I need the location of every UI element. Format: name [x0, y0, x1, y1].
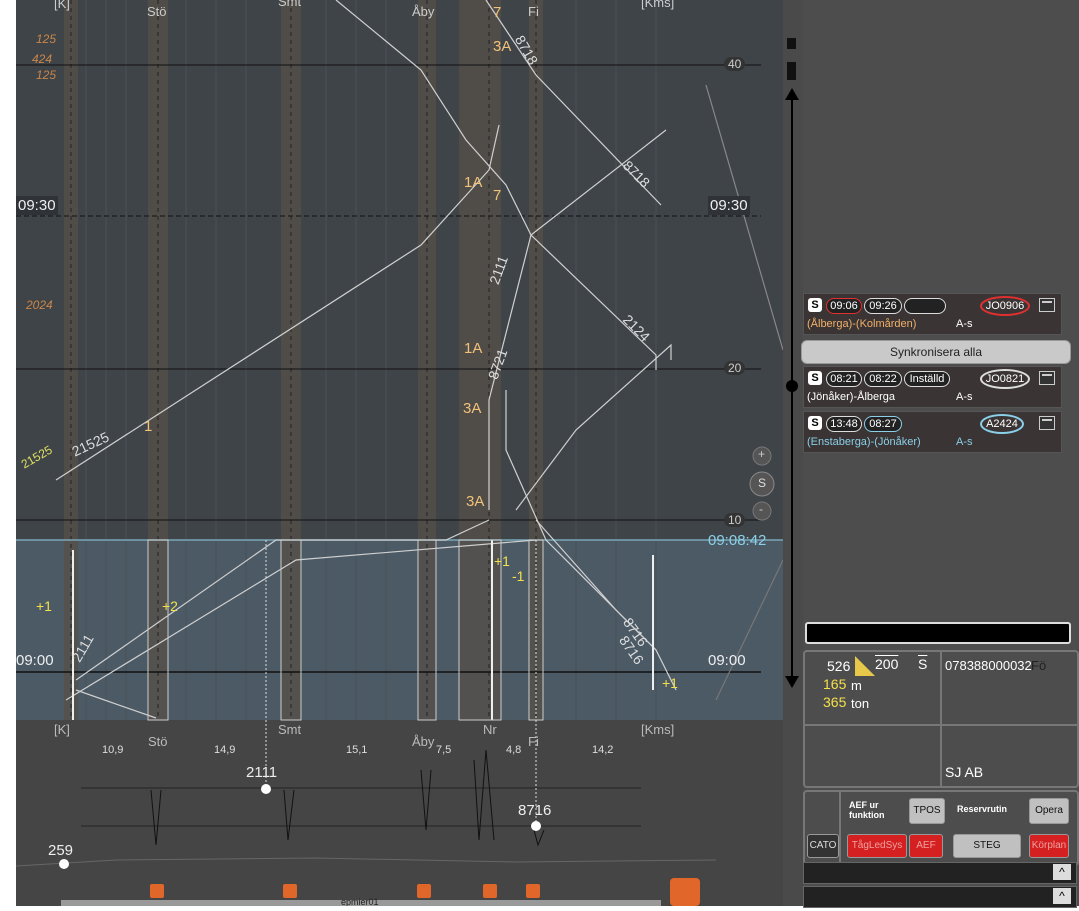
s-badge: S — [808, 416, 822, 430]
code-text: A-s — [956, 436, 973, 448]
train-id-badge[interactable]: JO0821 — [980, 369, 1030, 389]
time-pill: 08:21 — [826, 371, 862, 387]
korplan-button[interactable]: Körplan — [1029, 834, 1069, 858]
train-graph-canvas[interactable] — [16, 0, 783, 906]
s-badge: S — [808, 371, 822, 385]
length-value: 526 — [827, 658, 851, 674]
status-bar — [803, 862, 1077, 884]
expand-icon[interactable]: ^ — [1053, 864, 1071, 880]
aef-header: AEF ur funktion — [849, 800, 885, 820]
code-text: A-s — [956, 391, 973, 403]
status-bar-2 — [803, 886, 1077, 908]
time-pill: 13:48 — [826, 416, 862, 432]
train-card[interactable]: S 09:06 09:26 JO0906 (Ålberga)-(Kolmårde… — [803, 293, 1062, 335]
speed-value: 200 — [875, 656, 899, 672]
vehicle-suffix: Fö — [1031, 658, 1047, 673]
code-text: A-s — [956, 318, 973, 330]
s-label: S — [918, 656, 928, 672]
train-info-box: 526 200 S 165 m 365 ton 078388000032 Fö … — [803, 650, 1079, 788]
expand-icon[interactable]: ^ — [1053, 888, 1071, 904]
route-text: (Ålberga)-(Kolmården) — [807, 318, 917, 330]
time-pill: 09:06 — [826, 298, 862, 314]
tons-unit: ton — [851, 696, 870, 711]
s-badge: S — [808, 298, 822, 312]
tons-value: 365 — [823, 694, 847, 710]
train-card[interactable]: S 13:48 08:27 A2424 (Enstaberga)-(Jönåke… — [803, 411, 1062, 453]
menu-icon[interactable] — [1039, 371, 1055, 385]
route-text: (Jönåker)-Ålberga — [807, 391, 896, 403]
steg-button[interactable]: STEG — [953, 834, 1021, 858]
zoom-out-button[interactable]: - — [759, 502, 763, 516]
status-pill: Inställd — [904, 371, 950, 387]
time-pill: 09:26 — [864, 298, 902, 314]
menu-icon[interactable] — [1039, 416, 1055, 430]
sync-all-button[interactable]: Synkronisera alla — [801, 340, 1071, 364]
reservrutin-header: Reservrutin — [957, 804, 1008, 814]
vehicle-number: 078388000032 — [945, 658, 1032, 673]
train-graph[interactable]: [K] Stö Smt Åby Fi [Kms] 09:30 09:00 09:… — [16, 0, 783, 906]
right-panel: S 09:06 09:26 JO0906 (Ålberga)-(Kolmårde… — [801, 0, 1079, 908]
status-pill — [904, 298, 946, 314]
scroll-strip[interactable] — [783, 0, 803, 906]
time-pill: 08:22 — [864, 371, 902, 387]
aef-button[interactable]: AEF — [909, 834, 943, 858]
tpos-button[interactable]: TPOS — [909, 798, 945, 824]
menu-icon[interactable] — [1039, 298, 1055, 312]
function-buttons: AEF ur funktion TPOS Reservrutin Opera C… — [803, 790, 1079, 866]
operator-name: SJ AB — [945, 764, 984, 780]
zoom-in-button[interactable]: + — [758, 447, 765, 461]
zoom-reset-button[interactable]: S — [758, 476, 766, 490]
tagledsys-button[interactable]: TågLedSys — [847, 834, 907, 858]
opera-button[interactable]: Opera — [1029, 798, 1069, 824]
command-input[interactable] — [805, 622, 1071, 644]
train-card[interactable]: S 08:21 08:22 Inställd JO0821 (Jönåker)-… — [803, 366, 1062, 408]
train-id-badge[interactable]: A2424 — [980, 414, 1024, 434]
route-text: (Enstaberga)-(Jönåker) — [807, 436, 921, 448]
train-id-badge[interactable]: JO0906 — [980, 296, 1030, 316]
meters-value: 165 — [823, 676, 847, 692]
time-pill: 08:27 — [864, 416, 902, 432]
cato-button[interactable]: CATO — [807, 834, 839, 858]
meters-unit: m — [851, 678, 862, 693]
